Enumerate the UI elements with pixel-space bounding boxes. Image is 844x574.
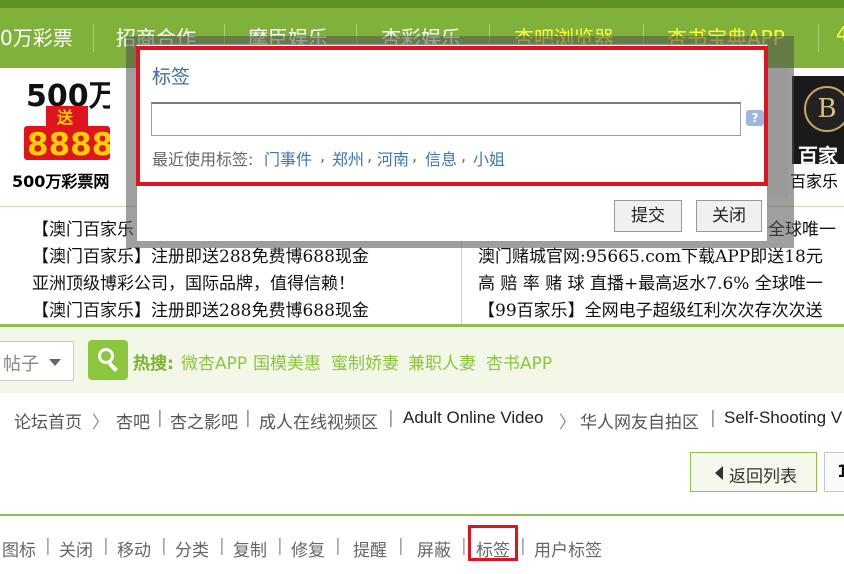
help-icon[interactable]: ? <box>746 110 764 126</box>
hot-keyword-link[interactable]: 微杏APP <box>181 349 247 374</box>
nav-divider <box>818 24 819 52</box>
hot-keyword-link[interactable]: 蜜制娇妻 <box>331 349 399 374</box>
back-to-list-label: 返回列表 <box>729 467 797 487</box>
submit-button[interactable]: 提交 <box>614 200 682 232</box>
ad-baccarat[interactable]: B 百家 百家乐 <box>788 68 844 198</box>
back-to-list-button[interactable]: 返回列表 <box>690 452 817 492</box>
nav-item-lottery[interactable]: 0万彩票 <box>0 22 73 51</box>
breadcrumb-separator: 〉 <box>559 413 576 433</box>
text-ad-link[interactable]: 【澳门百家乐 <box>32 215 134 240</box>
recent-tag-separator: , <box>320 146 326 165</box>
search-icon-handle <box>108 362 118 372</box>
text-ad-link[interactable]: 高 赔 率 赌 球 直播+最高返水7.6% 全球唯一 <box>478 269 823 294</box>
recent-tag-separator: , <box>367 146 373 165</box>
mod-user-tag-link[interactable]: 用户标签 <box>534 536 602 561</box>
baccarat-logo-text: 百家 <box>798 144 838 168</box>
mod-icon-link[interactable]: 图标 <box>2 536 36 561</box>
baccarat-emblem: B <box>804 86 844 132</box>
breadcrumb-separator: 〉 <box>92 413 109 433</box>
ad-500-lottery[interactable]: 500万 送 8888 500万彩票网 <box>0 68 136 198</box>
mod-separator: | <box>161 536 167 556</box>
recent-tag-link[interactable]: 门事件 <box>264 146 312 170</box>
search-type-value: 帖子 <box>3 354 39 375</box>
mod-block-link[interactable]: 屏蔽 <box>417 536 451 561</box>
breadcrumb-item[interactable]: Adult Online Video <box>403 408 544 428</box>
text-ad-link[interactable]: 【99百家乐】全网电子超级红利次次存次次送 <box>478 296 823 321</box>
ad-baccarat-label: 百家乐 <box>790 172 839 191</box>
mod-category-link[interactable]: 分类 <box>175 536 209 561</box>
mod-copy-link[interactable]: 复制 <box>233 536 267 561</box>
breadcrumb-item[interactable]: 华人网友自拍区 <box>580 408 699 433</box>
nav-item-more[interactable]: 4 <box>836 22 844 46</box>
lottery-logo-icon: 500万 送 8888 <box>24 76 119 163</box>
hot-keyword-link[interactable]: 兼职人妻 <box>408 349 476 374</box>
mod-move-link[interactable]: 移动 <box>117 536 151 561</box>
baccarat-logo-icon: B 百家 <box>792 76 844 168</box>
close-button[interactable]: 关闭 <box>696 200 762 232</box>
mod-separator: | <box>398 536 404 556</box>
dialog-title: 标签 <box>152 66 191 88</box>
mod-repair-link[interactable]: 修复 <box>291 536 325 561</box>
page-number: 1 <box>837 462 844 482</box>
hot-keyword-link[interactable]: 杏书APP <box>486 349 552 374</box>
text-ad-link[interactable]: 【澳门百家乐】注册即送288免费博688现金 <box>32 296 369 321</box>
tag-link-highlight <box>468 525 518 561</box>
breadcrumb-item[interactable]: 杏之影吧 <box>170 408 238 433</box>
breadcrumb-separator: | <box>710 408 716 428</box>
hot-search-label: 热搜: <box>133 354 174 374</box>
recent-tags-label: 最近使用标签: <box>152 150 254 169</box>
breadcrumb-item[interactable]: Self-Shooting V <box>724 408 842 428</box>
svg-text:送: 送 <box>56 108 74 127</box>
mod-separator: | <box>45 536 51 556</box>
mod-close-link[interactable]: 关闭 <box>59 536 93 561</box>
mod-separator: | <box>461 536 467 556</box>
arrow-left-icon <box>715 466 723 480</box>
recent-tag-link[interactable]: 小姐 <box>473 146 505 170</box>
page-button[interactable]: 1 <box>824 452 844 492</box>
search-button[interactable] <box>88 340 128 380</box>
chevron-down-icon <box>49 359 61 366</box>
mod-separator: | <box>335 536 341 556</box>
ad-500-label: 500万彩票网 <box>12 172 110 191</box>
recent-tag-link[interactable]: 信息 <box>425 146 457 170</box>
recent-tag-link[interactable]: 郑州 <box>332 146 364 170</box>
breadcrumb-item[interactable]: 成人在线视频区 <box>259 408 378 433</box>
mod-separator: | <box>219 536 225 556</box>
breadcrumb-item[interactable]: 杏吧 <box>116 408 150 433</box>
svg-text:8888: 8888 <box>27 127 110 162</box>
recent-tag-separator: , <box>461 146 467 165</box>
recent-tag-separator: , <box>412 146 418 165</box>
recent-tag-link[interactable]: 河南 <box>377 146 409 170</box>
hot-keyword-link[interactable]: 国模美惠 <box>253 349 321 374</box>
tag-input[interactable] <box>151 102 741 136</box>
breadcrumb-separator: | <box>157 408 163 428</box>
nav-divider <box>93 24 94 52</box>
text-ad-link[interactable]: 亚洲顶级博彩公司，国际品牌，值得信赖！ <box>32 269 355 294</box>
mod-separator: | <box>520 536 526 556</box>
search-bar: 帖子 热搜: 微杏APP 国模美惠 蜜制娇妻 兼职人妻 杏书APP <box>0 327 844 393</box>
search-type-select[interactable]: 帖子 <box>0 341 74 381</box>
breadcrumb-separator: | <box>388 408 394 428</box>
mod-separator: | <box>103 536 109 556</box>
breadcrumb-home[interactable]: 论坛首页 <box>14 408 82 433</box>
mod-separator: | <box>277 536 283 556</box>
mod-remind-link[interactable]: 提醒 <box>353 536 387 561</box>
search-icon <box>98 348 114 364</box>
breadcrumb-separator: | <box>245 408 251 428</box>
page: 0万彩票 招商合作 摩臣娱乐 杏彩娱乐 杏吧浏览器 杏书宝典APP 4 500万… <box>0 0 844 574</box>
moderation-toolbar: 图标 | 关闭 | 移动 | 分类 | 复制 | 修复 | 提醒 | 屏蔽 | … <box>0 514 844 574</box>
